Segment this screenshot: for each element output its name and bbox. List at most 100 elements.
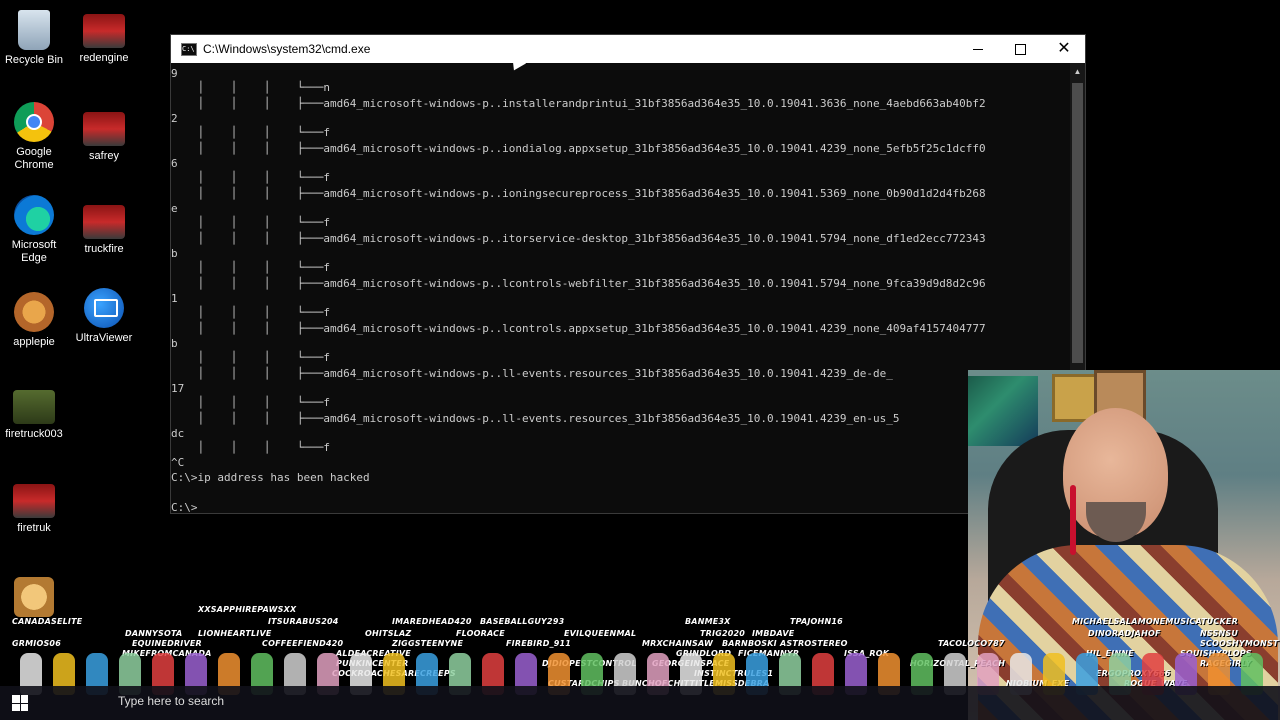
console-line: │ │ │ └───f [171,216,330,229]
scrollbar-thumb[interactable] [1072,83,1083,363]
chat-username: TRIG2020 [700,629,746,638]
taskbar-search[interactable]: Type here to search [118,694,224,708]
windows-start-icon[interactable] [12,695,28,711]
console-line: │ │ │ └───f [171,306,330,319]
chat-username: OHITSLAZ [365,629,412,638]
cmd-titlebar[interactable]: C:\ C:\Windows\system32\cmd.exe ✕ [171,35,1085,63]
desktop-icon-redengine[interactable]: redengine [68,14,140,65]
console-output[interactable]: 9 │ │ │ └───n │ │ │ ├───amd64_microsoft-… [171,63,1071,513]
console-line: dc [171,427,185,440]
chat-username: SCOOSHYMONST [1200,639,1279,648]
chat-username: XXSAPPHIREPAWSXX [198,605,297,614]
console-line: 17 [171,382,185,395]
chat-username: BARNBOSKI [722,639,777,648]
wall-poster [968,376,1038,446]
chat-username: TACOLOCO787 [938,639,1005,648]
console-line: │ │ │ └───f [171,126,330,139]
console-line: │ │ │ └───f [171,351,330,364]
chat-username: DINORADJAHOF [1088,629,1161,638]
chat-username: FIREBIRD_911 [506,639,572,648]
console-line: │ │ │ └───f [171,396,330,409]
chrome-icon [14,102,54,142]
chat-username: TPAJOHN16 [790,617,843,626]
close-icon: ✕ [1057,40,1071,57]
chat-username: IMBDAVE [752,629,795,638]
desktop-icon-label: Google Chrome [14,146,54,171]
console-line: ^C [171,456,185,469]
console-line: │ │ │ ├───amd64_microsoft-windows-p..ito… [171,232,986,245]
earbud-cable [1070,485,1076,555]
chat-username: MICHAELSALAMONEMUSICATUCKER [1072,617,1238,626]
chat-username: EQUINEDRIVER [132,639,202,648]
chat-username: DANNYSOTA [125,629,183,638]
firetruck-icon [13,390,55,424]
console-line: │ │ │ ├───amd64_microsoft-windows-p..lco… [171,277,986,290]
console-line: │ │ │ ├───amd64_microsoft-windows-p..ion… [171,187,986,200]
firetruck-icon [83,14,125,48]
chat-username: FLOORACE [456,629,505,638]
desktop-icon-label: Recycle Bin [4,54,64,66]
desktop-icon-safrey[interactable]: safrey [68,112,140,163]
console-line: 1 [171,292,178,305]
pie-icon [14,292,54,332]
edge-icon [14,195,54,235]
chat-username: COFFEEFIEND420 [262,639,344,648]
desktop-icon-label: Microsoft Edge [11,239,57,264]
desktop-icon-firetruck003[interactable]: firetruck003 [0,390,70,441]
chat-username: BANME3X [685,617,731,626]
close-button[interactable]: ✕ [1043,35,1085,63]
chat-username: GRMIOS06 [12,639,61,648]
minimize-icon [973,48,983,50]
console-line: │ │ │ └───n [171,81,330,94]
console-line: │ │ │ └───f [171,261,330,274]
desktop-icon-ultraviewer[interactable]: UltraViewer [68,288,140,345]
chat-username: NSSNSU [1200,629,1239,638]
desktop-icon-label: redengine [79,52,129,64]
chat-username: LIONHEARTLIVE [198,629,272,638]
desktop-icon-label: truckfire [84,243,124,255]
chat-username: BASEBALLGUY293 [480,617,565,626]
console-line: │ │ │ ├───amd64_microsoft-windows-p..lco… [171,322,986,335]
desktop-icon-label: safrey [89,150,119,162]
desktop-icon-truckfire[interactable]: truckfire [68,205,140,256]
recycle-bin-icon [18,10,50,50]
console-line: 2 [171,112,178,125]
console-line: b [171,337,178,350]
window-title: C:\Windows\system32\cmd.exe [203,42,371,56]
chat-username: CANADASELITE [12,617,83,626]
desktop-icon-recycle-bin[interactable]: Recycle Bin [0,10,70,67]
console-line: b [171,247,178,260]
desktop-icon-label: firetruk [17,522,51,534]
console-line: C:\>_ [171,501,205,513]
desktop-icon-firetruk[interactable]: firetruk [0,484,70,535]
scroll-up-icon[interactable]: ▲ [1070,67,1085,76]
console-line: 6 [171,157,178,170]
chat-username: ZIGGSTEENYNE [392,639,464,648]
desktop-icon-applepie[interactable]: applepie [0,292,70,349]
firetruck-icon [83,112,125,146]
chat-username: EVILQUEENMAL [564,629,637,638]
console-line: │ │ │ └───f [171,171,330,184]
console-line: │ │ │ ├───amd64_microsoft-windows-p..ion… [171,142,986,155]
desktop-icon-microsoft-edge[interactable]: Microsoft Edge [0,195,70,265]
firetruck-icon [83,205,125,239]
taskbar[interactable]: Type here to search [0,686,1280,720]
chat-username: IMAREDHEAD420 [392,617,472,626]
chat-username: ITSURABUS204 [268,617,339,626]
console-line: C:\>ip address has been hacked [171,471,370,484]
console-line: │ │ │ └───f [171,441,330,454]
desktop-icon-label: applepie [13,336,55,348]
cmd-window[interactable]: C:\ C:\Windows\system32\cmd.exe ✕ 9 │ │ … [170,34,1086,514]
console-line: 9 [171,67,178,80]
desktop-icon-label: UltraViewer [75,332,133,344]
maximize-button[interactable] [999,35,1041,63]
minimize-button[interactable] [957,35,999,63]
firetruck-icon [13,484,55,518]
console-line: │ │ │ ├───amd64_microsoft-windows-p..ll-… [171,367,893,380]
maximize-icon [1014,43,1026,55]
console-line: │ │ │ ├───amd64_microsoft-windows-p..ins… [171,97,986,110]
ultraviewer-icon [84,288,124,328]
desktop-icon-google-chrome[interactable]: Google Chrome [0,102,70,172]
cmd-icon: C:\ [181,42,197,56]
console-line: │ │ │ ├───amd64_microsoft-windows-p..ll-… [171,412,900,425]
